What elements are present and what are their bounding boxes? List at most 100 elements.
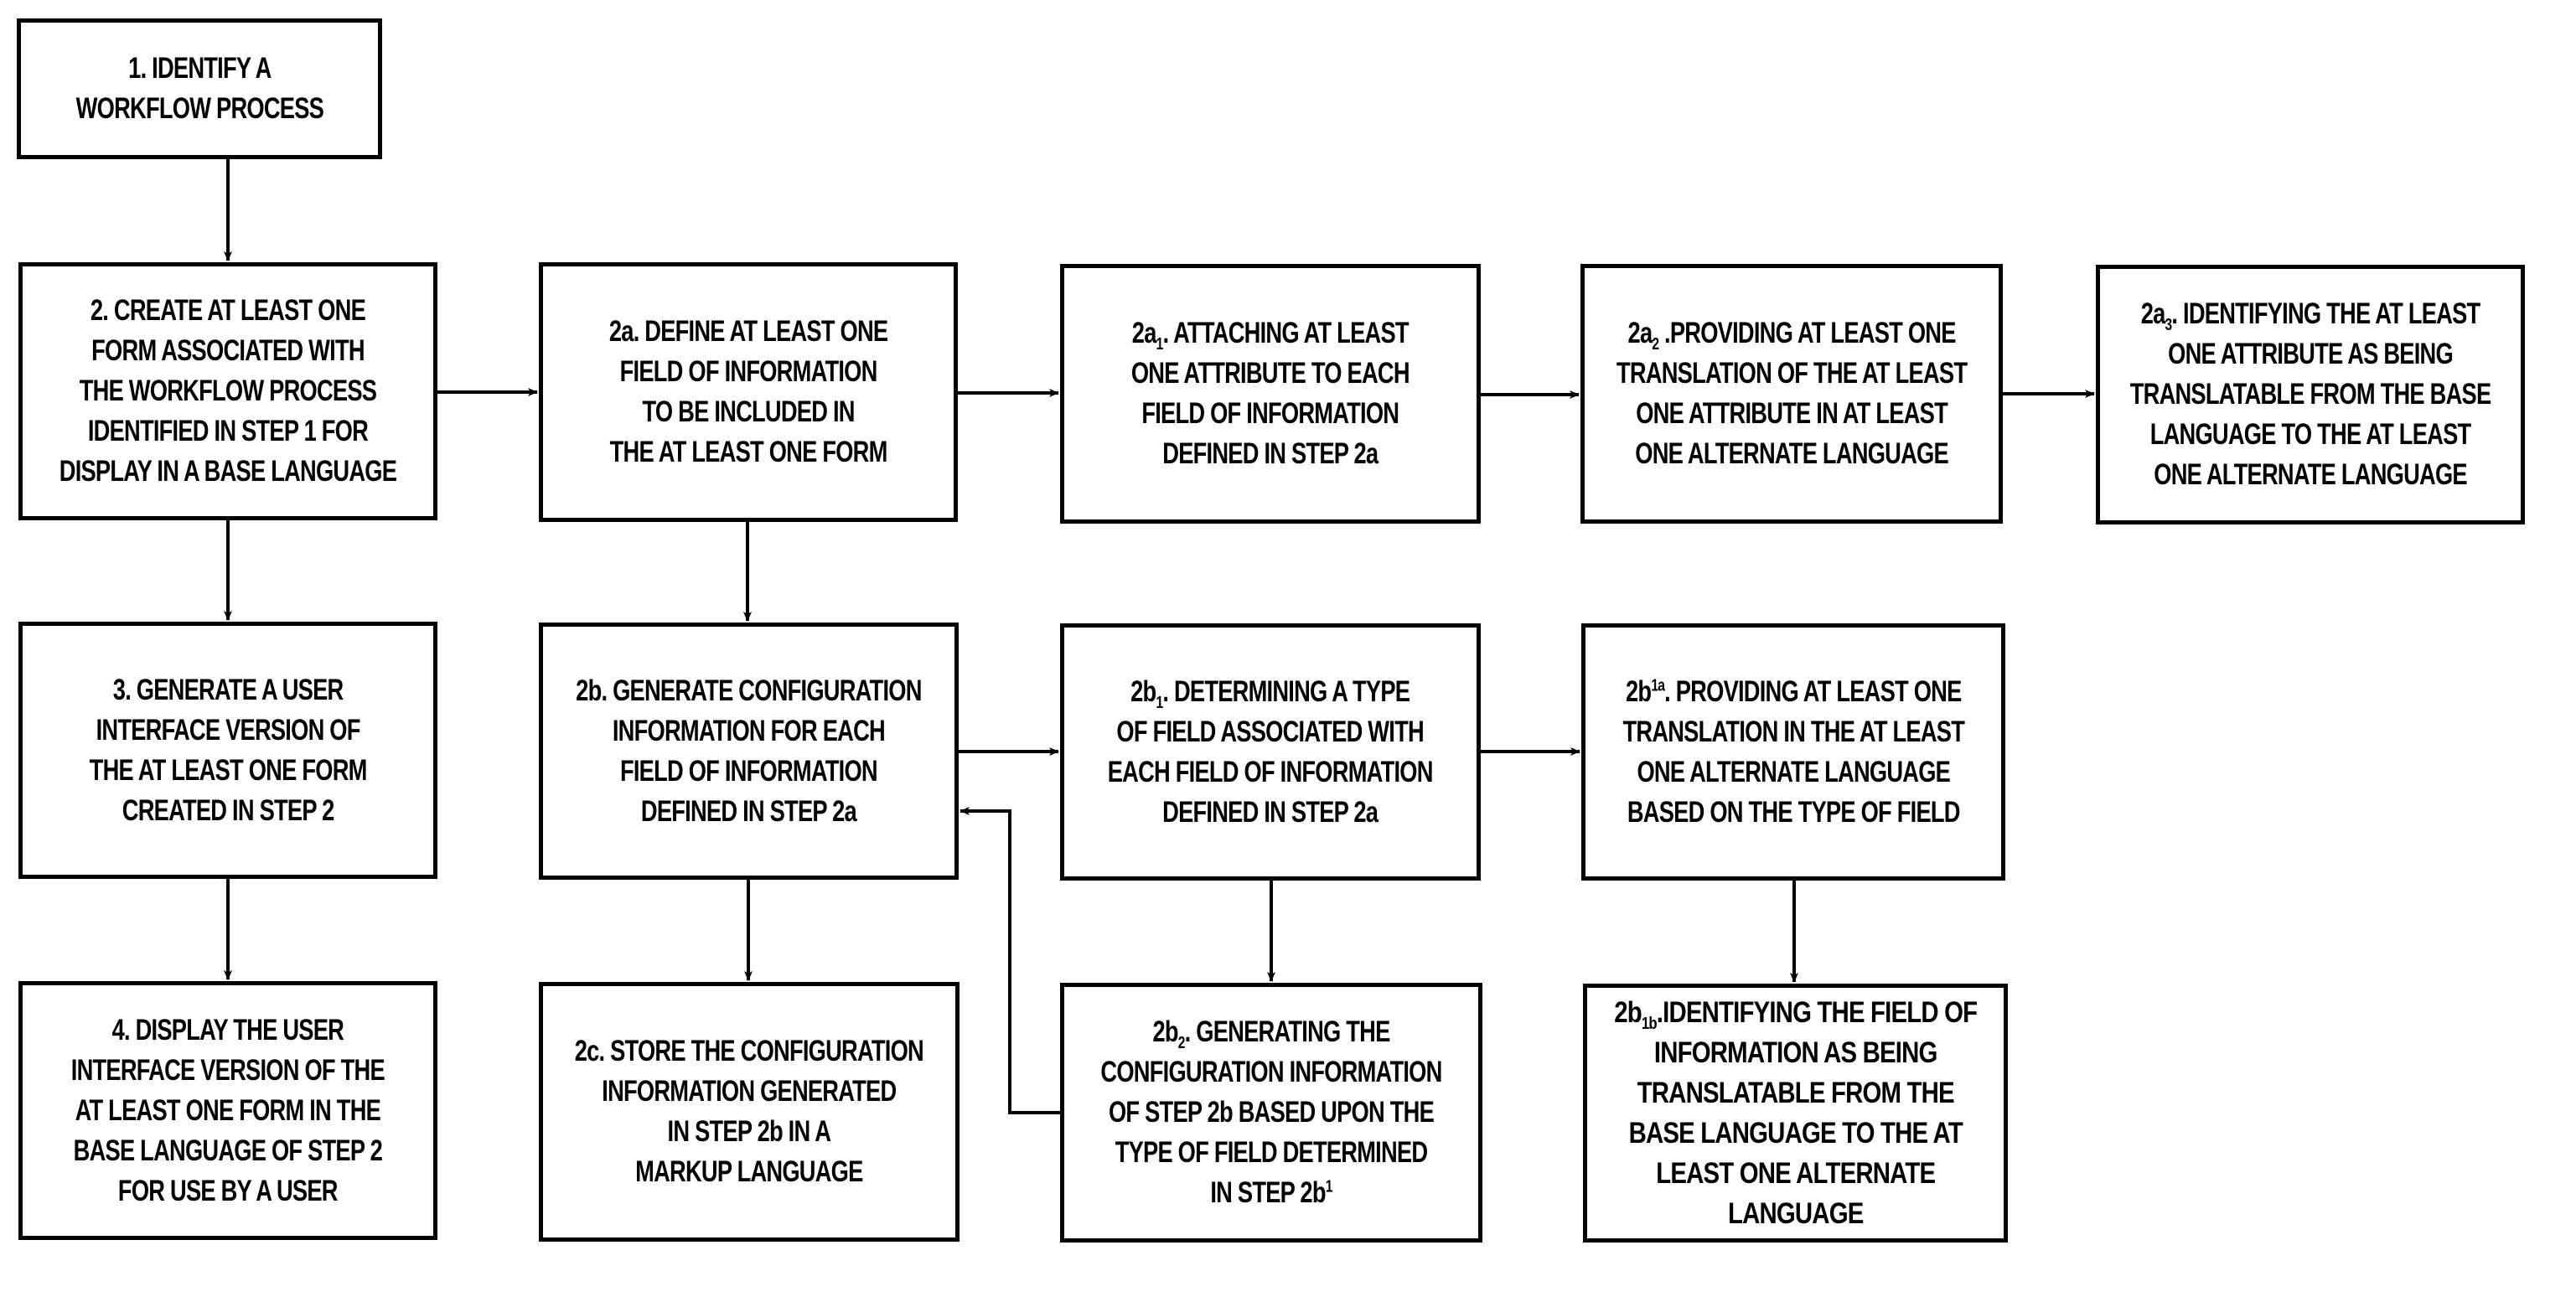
step-2b1b-line: INFORMATION AS BEING [1653,1036,1937,1069]
step-2a3-box: 2a3. IDENTIFYING THE AT LEAST ONE ATTRIB… [2096,265,2525,524]
step-2c-line: IN STEP 2b IN A [667,1115,831,1148]
step-2b1a-line: BASED ON THE TYPE OF FIELD [1627,795,1961,829]
step-2c-label: 2c. STORE THE CONFIGURATION INFORMATION … [574,1031,924,1192]
step-2b2-line: 2b2. GENERATING THE [1100,1012,1441,1052]
step-2b2-line: TYPE OF FIELD DETERMINED [1115,1136,1428,1169]
step-2-line: IDENTIFIED IN STEP 1 FOR [87,415,369,447]
step-2-line: FORM ASSOCIATED WITH [91,334,365,367]
edge-2b2-to-2b [960,807,1060,1114]
step-2b1-box: 2b1. DETERMINING A TYPE OF FIELD ASSOCIA… [1060,623,1481,881]
step-1-label: 1. IDENTIFY A WORKFLOW PROCESS [75,49,323,129]
step-2-line: THE WORKFLOW PROCESS [79,375,377,407]
step-2-label: 2. CREATE AT LEAST ONE FORM ASSOCIATED W… [59,291,397,492]
step-number: 2b [1152,1015,1178,1048]
step-2b1a-line: 2b1a. PROVIDING AT LEAST ONE [1622,672,1964,712]
step-2a3-line: LANGUAGE TO THE AT LEAST [2149,418,2471,451]
step-3-label: 3. GENERATE A USER INTERFACE VERSION OF … [89,670,368,831]
step-2a2-label: 2a2 .PROVIDING AT LEAST ONE TRANSLATION … [1616,313,1968,474]
step-2b1b-line: TRANSLATABLE FROM THE [1637,1076,1954,1109]
step-4-line: FOR USE BY A USER [118,1174,339,1207]
step-number: 2a [1627,317,1653,349]
step-2a2-text: .PROVIDING AT LEAST ONE [1658,317,1956,349]
step-2a1-line: ONE ATTRIBUTE TO EACH [1131,357,1410,390]
step-4-box: 4. DISPLAY THE USER INTERFACE VERSION OF… [18,981,437,1240]
step-2a2-box: 2a2 .PROVIDING AT LEAST ONE TRANSLATION … [1580,264,2003,524]
step-2c-line: 2c. STORE THE CONFIGURATION [574,1035,924,1067]
step-3-line: CREATED IN STEP 2 [122,793,335,827]
step-2b1b-box: 2b1b.IDENTIFYING THE FIELD OF INFORMATIO… [1583,984,2008,1243]
step-3-line: THE AT LEAST ONE FORM [89,753,368,787]
step-2a-line: THE AT LEAST ONE FORM [609,436,888,468]
step-2b1b-text: .IDENTIFYING THE FIELD OF [1656,995,1978,1029]
step-2a3-label: 2a3. IDENTIFYING THE AT LEAST ONE ATTRIB… [2130,294,2491,495]
step-2b-line: INFORMATION FOR EACH [612,714,886,747]
step-superscript: 1a [1651,675,1665,695]
step-2c-box: 2c. STORE THE CONFIGURATION INFORMATION … [539,982,960,1242]
step-2b1b-line: BASE LANGUAGE TO THE AT [1628,1116,1963,1150]
step-superscript: 1 [1325,1177,1333,1196]
step-2a1-line: 2a1. ATTACHING AT LEAST [1131,313,1410,354]
step-2b1a-line: TRANSLATION IN THE AT LEAST [1622,715,1964,748]
step-2a-line: TO BE INCLUDED IN [642,395,855,428]
flowchart-canvas: 1. IDENTIFY A WORKFLOW PROCESS 2. CREATE… [0,0,2576,1302]
step-3-line: 3. GENERATE A USER [112,673,344,706]
step-2b2-text: IN STEP 2b [1210,1176,1326,1209]
step-1-line: WORKFLOW PROCESS [75,92,323,125]
step-2-box: 2. CREATE AT LEAST ONE FORM ASSOCIATED W… [18,262,437,520]
step-2b2-line: OF STEP 2b BASED UPON THE [1108,1096,1435,1129]
step-2-line: DISPLAY IN A BASE LANGUAGE [59,455,397,488]
step-2b1a-text: . PROVIDING AT LEAST ONE [1663,674,1962,708]
step-4-line: AT LEAST ONE FORM IN THE [75,1093,381,1127]
step-1-box: 1. IDENTIFY A WORKFLOW PROCESS [17,18,382,159]
step-2a3-text: . IDENTIFYING THE AT LEAST [2171,297,2480,330]
step-2a1-line: DEFINED IN STEP 2a [1162,437,1379,470]
step-number: 2a [2140,297,2166,330]
step-number: 2a [1132,317,1157,349]
step-subscript: 3 [2165,316,2172,334]
step-2a1-box: 2a1. ATTACHING AT LEAST ONE ATTRIBUTE TO… [1060,264,1481,524]
step-2b1b-label: 2b1b.IDENTIFYING THE FIELD OF INFORMATIO… [1614,993,1978,1234]
step-2a3-line: TRANSLATABLE FROM THE BASE [2129,378,2491,411]
step-2b1-label: 2b1. DETERMINING A TYPE OF FIELD ASSOCIA… [1108,672,1434,833]
step-2a-label: 2a. DEFINE AT LEAST ONE FIELD OF INFORMA… [609,312,888,473]
step-2b1b-line: 2b1b.IDENTIFYING THE FIELD OF [1614,993,1978,1033]
step-2a2-line: ONE ALTERNATE LANGUAGE [1635,437,1948,470]
step-2b-label: 2b. GENERATE CONFIGURATION INFORMATION F… [576,671,922,832]
step-2b2-line: CONFIGURATION INFORMATION [1100,1056,1442,1088]
step-2-line: 2. CREATE AT LEAST ONE [90,294,366,327]
step-2c-line: INFORMATION GENERATED [602,1075,897,1108]
step-1-line: 1. IDENTIFY A [127,52,272,85]
step-2b2-label: 2b2. GENERATING THE CONFIGURATION INFORM… [1100,1012,1442,1213]
step-2b1-line: 2b1. DETERMINING A TYPE [1108,672,1433,712]
step-4-line: INTERFACE VERSION OF THE [70,1053,385,1087]
step-2a3-line: 2a3. IDENTIFYING THE AT LEAST [2130,294,2491,334]
step-2c-line: MARKUP LANGUAGE [635,1155,863,1188]
step-2b1a-line: ONE ALTERNATE LANGUAGE [1637,755,1950,788]
step-3-line: INTERFACE VERSION OF [96,713,360,747]
step-2a1-label: 2a1. ATTACHING AT LEAST ONE ATTRIBUTE TO… [1131,313,1410,474]
step-subscript: 1b [1641,1014,1658,1033]
step-2b2-text: . GENERATING THE [1184,1015,1391,1048]
step-2a1-text: . ATTACHING AT LEAST [1162,317,1410,349]
step-4-line: BASE LANGUAGE OF STEP 2 [73,1134,383,1167]
step-2a2-line: ONE ATTRIBUTE IN AT LEAST [1636,397,1948,430]
step-2a1-line: FIELD OF INFORMATION [1141,397,1400,430]
step-2b-line: FIELD OF INFORMATION [620,754,878,788]
step-3-box: 3. GENERATE A USER INTERFACE VERSION OF … [18,622,437,879]
step-number: 2b [1614,995,1642,1029]
step-2b1a-label: 2b1a. PROVIDING AT LEAST ONE TRANSLATION… [1622,672,1964,833]
step-2b2-box: 2b2. GENERATING THE CONFIGURATION INFORM… [1060,983,1482,1243]
step-4-label: 4. DISPLAY THE USER INTERFACE VERSION OF… [71,1010,385,1212]
step-2b1-line: OF FIELD ASSOCIATED WITH [1116,715,1425,748]
step-2b1-line: EACH FIELD OF INFORMATION [1108,755,1434,788]
step-2b-box: 2b. GENERATE CONFIGURATION INFORMATION F… [539,623,959,880]
step-2b1b-line: LANGUAGE [1727,1196,1864,1230]
step-4-line: 4. DISPLAY THE USER [111,1013,344,1046]
step-2a-line: FIELD OF INFORMATION [619,355,878,388]
step-2b2-line: IN STEP 2b1 [1100,1173,1441,1213]
step-2b1-text: . DETERMINING A TYPE [1162,674,1411,708]
step-2b-line: 2b. GENERATE CONFIGURATION [576,674,922,707]
step-2a2-line: TRANSLATION OF THE AT LEAST [1616,357,1968,390]
step-2a3-line: ONE ALTERNATE LANGUAGE [2154,458,2467,491]
step-2b1b-line: LEAST ONE ALTERNATE [1655,1156,1936,1190]
